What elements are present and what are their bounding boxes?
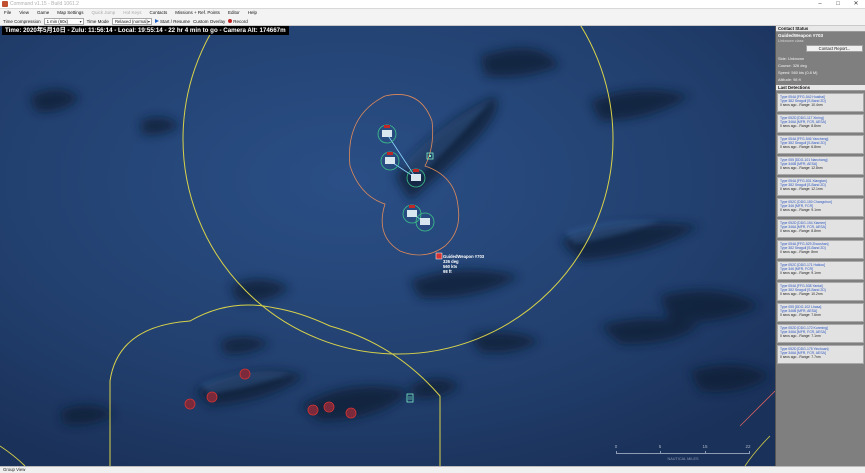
- menu-game[interactable]: Game: [37, 9, 49, 17]
- chevron-down-icon: ▾: [147, 18, 150, 24]
- detection-age: 0 secs ago - Range: 7.7nm: [780, 355, 821, 360]
- detection-entry: Type 052C [DDG-150 Changchun] Type 346 [M…: [777, 198, 864, 217]
- detection-age: 0 secs ago - Range: 9.1nm: [780, 208, 821, 213]
- detection-age: 0 secs ago - Range: 10.2nm: [780, 292, 823, 297]
- scale-tick-label: 22: [745, 444, 751, 449]
- contact-marker[interactable]: [323, 401, 335, 413]
- time-compression-value: 1 min (60x): [46, 18, 69, 24]
- side-panel: Contact Status GuidedWeapon #703 Unknown…: [775, 26, 865, 466]
- scale-tick-label: 0: [614, 444, 618, 449]
- detection-age: 0 secs ago - Range: 10.4nm: [780, 103, 823, 108]
- toolbar: Time Compression 1 min (60x) ▾ Time Mode…: [0, 17, 865, 26]
- detection-entry: Type 052D [DDG-154 Xiamen] Type 346A [MFR…: [777, 219, 864, 238]
- detection-entry: Type 055 [DDG-102 Lhasa] Type 346B [MFR, …: [777, 303, 864, 322]
- close-button[interactable]: ✕: [849, 0, 863, 8]
- detection-entry: Type 054A [FFG-546 Yancheng] Type 382 Sea…: [777, 135, 864, 154]
- app-window: Command v1.15 - Build 1061.2 – □ ✕ File …: [0, 0, 865, 473]
- status-text: Group View: [3, 467, 26, 472]
- contact-speed: Speed: 560 kts (0.8 M): [778, 70, 818, 75]
- detection-age: 0 secs ago - Range: 12.8nm: [780, 166, 823, 171]
- selected-unit-label: GuidedWeapon #703 326 deg 560 kts 98 ft: [443, 254, 484, 274]
- unit-label-altitude: 98 ft: [443, 269, 452, 274]
- detection-entry: Type 052C [DDG-171 Haikou] Type 346 [MFR,…: [777, 261, 864, 280]
- scale-line: [616, 453, 750, 454]
- contact-marker[interactable]: [239, 368, 251, 380]
- contact-marker[interactable]: [184, 398, 196, 410]
- menu-contacts[interactable]: Contacts: [150, 9, 168, 17]
- scale-tick: [705, 451, 706, 454]
- window-title: Command v1.15 - Build 1061.2: [10, 1, 79, 7]
- menu-view[interactable]: View: [19, 9, 29, 17]
- chevron-down-icon: ▾: [79, 18, 82, 24]
- detection-entry: Type 052D [DDG-175 Yinchuan] Type 346A [M…: [777, 345, 864, 364]
- map-canvas[interactable]: [0, 26, 775, 466]
- menu-map-settings[interactable]: Map Settings: [57, 9, 83, 17]
- detection-age: 0 secs ago - Range: 12.1nm: [780, 187, 823, 192]
- time-compression-label: Time Compression: [3, 18, 41, 24]
- play-icon: [154, 19, 159, 23]
- detection-age: 0 secs ago - Range: 8.8nm: [780, 124, 821, 129]
- record-label: Record: [233, 18, 248, 24]
- contact-marker[interactable]: [307, 404, 319, 416]
- contact-marker[interactable]: [345, 407, 357, 419]
- detection-age: 0 secs ago - Range: 8.8nm: [780, 229, 821, 234]
- contact-name: GuidedWeapon #703: [778, 33, 824, 38]
- contact-altitude: Altitude: 98 ft: [778, 77, 801, 82]
- contact-marker[interactable]: [206, 391, 218, 403]
- custom-overlay-button[interactable]: Custom Overlay: [193, 19, 225, 24]
- time-mode-select[interactable]: Relaxed (normal) ▾: [111, 17, 152, 25]
- detection-age: 0 secs ago - Range: 9.1nm: [780, 271, 821, 276]
- guided-weapon-contact[interactable]: [435, 252, 443, 260]
- detection-entry: Type 054A [FFG-538 Yantai] Type 382 Seagu…: [777, 282, 864, 301]
- time-mode-value: Relaxed (normal): [114, 18, 148, 24]
- custom-overlay-label: Custom Overlay: [192, 18, 226, 24]
- app-icon: [2, 1, 8, 7]
- detection-entry: Type 054A [FFG-529 Zhoushan] Type 382 Sea…: [777, 240, 864, 259]
- tactical-map[interactable]: Time: 2020年5月10日 - Zulu: 11:56:14 - Loca…: [0, 26, 775, 466]
- scale-unit: NAUTICAL MILES: [667, 457, 699, 461]
- detection-entry: Type 055 [DDG-101 Nanchang] Type 346B [MF…: [777, 156, 864, 175]
- menu-help[interactable]: Help: [248, 9, 257, 17]
- scale-tick-label: 5: [658, 444, 662, 449]
- detection-entry: Type 054A [FFG-531 Xiangtan] Type 382 Sea…: [777, 177, 864, 196]
- scale-tick-label: 15: [702, 444, 708, 449]
- status-bar: Group View: [0, 466, 865, 473]
- time-mode-label: Time Mode: [86, 18, 109, 24]
- record-icon: [228, 19, 233, 23]
- contact-class: Unknown class: [778, 39, 804, 43]
- detection-entry: Type 054A [FFG-542 Huaihai] Type 382 Seag…: [777, 93, 864, 112]
- menu-quick-jump: Quick Jump: [91, 10, 116, 15]
- detection-age: 0 secs ago - Range: 7.6nm: [780, 313, 821, 318]
- detection-age: 0 secs ago - Range: 6.8nm: [780, 145, 821, 150]
- detection-age: 0 secs ago - Range: 8nm: [780, 250, 818, 255]
- record-button[interactable]: Record: [228, 19, 248, 24]
- maximize-button[interactable]: □: [831, 0, 845, 8]
- start-resume-label: Start / Resume: [159, 18, 190, 24]
- contact-side: Side: Unknown: [778, 56, 805, 61]
- contact-course: Course: 326 deg: [778, 63, 807, 68]
- minimize-button[interactable]: –: [813, 0, 827, 8]
- time-status-bar: Time: 2020年5月10日 - Zulu: 11:56:14 - Loca…: [2, 26, 289, 35]
- scale-tick: [749, 451, 750, 454]
- menu-missions[interactable]: Missions + Ref. Points: [175, 9, 220, 17]
- detection-entry: Type 052D [DDG-172 Kunming] Type 346A [MF…: [777, 324, 864, 343]
- title-bar: Command v1.15 - Build 1061.2 – □ ✕: [0, 0, 865, 9]
- menu-editor[interactable]: Editor: [228, 9, 240, 17]
- detection-entry: Type 052D [DDG-117 Xining] Type 346A [MFR…: [777, 114, 864, 133]
- detections-list: Type 054A [FFG-542 Huaihai] Type 382 Seag…: [776, 91, 865, 368]
- contact-report-button[interactable]: Contact Report...: [806, 45, 863, 52]
- detection-age: 0 secs ago - Range: 7.1nm: [780, 334, 821, 339]
- scale-bar: 0 5 15 22 NAUTICAL MILES: [614, 444, 751, 464]
- time-compression-select[interactable]: 1 min (60x) ▾: [43, 17, 84, 25]
- scale-tick: [616, 451, 617, 454]
- start-resume-button[interactable]: Start / Resume: [154, 18, 190, 24]
- menu-file[interactable]: File: [4, 9, 11, 17]
- menu-bar: File View Game Map Settings Quick Jump H…: [0, 9, 865, 17]
- scale-tick: [660, 451, 661, 454]
- menu-hot-keys: Hot Keys: [123, 10, 142, 15]
